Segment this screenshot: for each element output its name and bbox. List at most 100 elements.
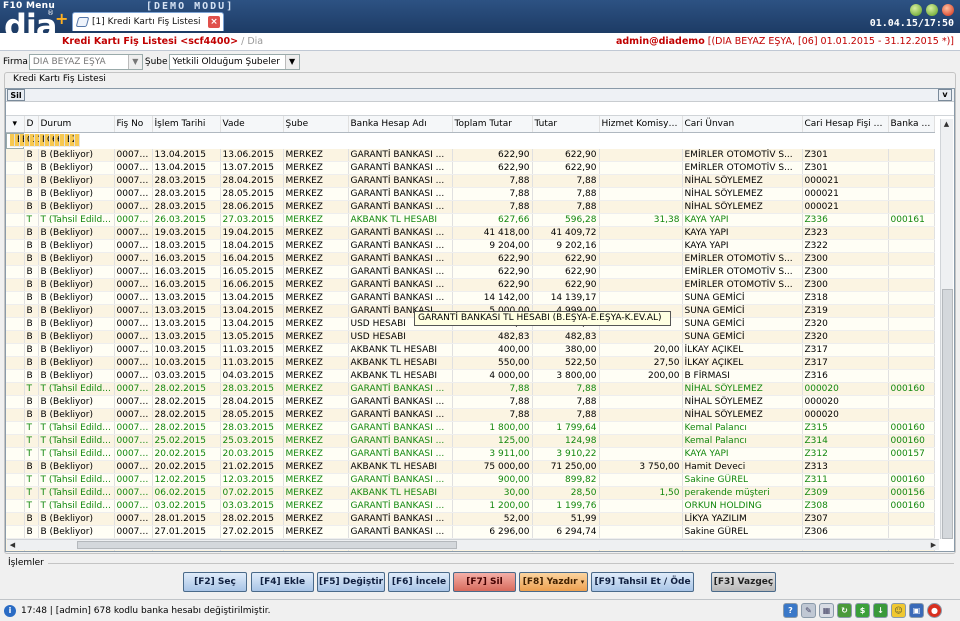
column-header[interactable]: Durum: [38, 116, 115, 133]
column-header[interactable]: Şube: [283, 116, 349, 133]
collect-pay-button[interactable]: [F9] Tahsil Et / Öde: [591, 572, 694, 592]
add-button[interactable]: [F4] Ekle: [251, 572, 314, 592]
table-row[interactable]: BB (Bekliyor)00075613.04.201513.05.2015M…: [6, 132, 80, 149]
table-cell: B: [24, 291, 39, 305]
table-row[interactable]: BB (Bekliyor) 000779 10.03.2015 11.03.2015 M…: [6, 356, 935, 370]
column-header[interactable]: Hizmet Komisyon: [599, 116, 683, 133]
close-tab-icon[interactable]: ×: [208, 16, 220, 28]
table-row[interactable]: BB (Bekliyor) 000734 28.02.2015 28.04.2015 M…: [6, 395, 935, 409]
column-header[interactable]: İşlem Tarihi: [152, 116, 221, 133]
table-row[interactable]: TT (Tahsil Edild... 000772 12.02.2015 12.03…: [6, 473, 935, 487]
minimize-icon[interactable]: [910, 4, 922, 16]
table-cell: Z314: [802, 434, 889, 448]
column-header[interactable]: Banka Hesap Adı: [348, 116, 453, 133]
table-row[interactable]: BB (Bekliyor) 000777 03.03.2015 04.03.2015 M…: [6, 369, 935, 383]
scroll-right-icon[interactable]: ▶: [928, 540, 939, 550]
table-row[interactable]: BB (Bekliyor) 000780 13.03.2015 13.04.2015 M…: [6, 291, 935, 305]
column-header[interactable]: Tutar: [532, 116, 600, 133]
inspect-button[interactable]: [F6] İncele: [388, 572, 450, 592]
table-cell: [888, 330, 935, 344]
table-row[interactable]: BB (Bekliyor) 000784 18.03.2015 18.04.2015 M…: [6, 239, 935, 253]
table-cell: GARANTİ BANKASI ...: [348, 382, 453, 396]
plus-icon[interactable]: +: [55, 9, 68, 28]
table-cell: İLKAY AÇIKEL: [682, 356, 803, 370]
table-cell: 28.02.2015: [152, 395, 221, 409]
table-cell: B: [24, 239, 39, 253]
filter-bar: Firma DIA BEYAZ EŞYA ▼ Şube Yetkili Olduğ…: [0, 52, 960, 72]
vertical-scrollbar[interactable]: ▲: [940, 119, 953, 539]
currency-icon[interactable]: $: [855, 603, 870, 618]
column-header[interactable]: Vade: [220, 116, 284, 133]
table-row[interactable]: TT (Tahsil Edild... 000771 06.02.2015 07.02…: [6, 486, 935, 500]
tools-icon[interactable]: ✎: [801, 603, 816, 618]
horizontal-scrollbar[interactable]: ◀ ▶: [7, 539, 939, 550]
select-button[interactable]: [F2] Seç: [183, 572, 247, 592]
table-cell: 03.03.2015: [220, 499, 284, 513]
table-row[interactable]: BB (Bekliyor) 000735 28.02.2015 28.05.2015 M…: [6, 408, 935, 422]
table-row[interactable]: TT (Tahsil Edild... 000776 28.02.2015 28.03…: [6, 421, 935, 435]
lock-icon[interactable]: ▣: [909, 603, 924, 618]
delete-button[interactable]: [F7] Sil: [453, 572, 516, 592]
column-header[interactable]: Fiş No: [114, 116, 153, 133]
table-cell: 13.04.2015: [220, 317, 284, 331]
table-cell: AKBANK TL HESABI: [348, 460, 453, 474]
table-cell: [888, 239, 935, 253]
delete-filter-button[interactable]: Sil: [7, 89, 25, 101]
column-header[interactable]: Cari Ünvan: [682, 116, 803, 133]
table-cell: 10.03.2015: [152, 343, 221, 357]
table-cell: GARANTİ BANKASI ...: [348, 200, 453, 214]
table-row[interactable]: BB (Bekliyor) 000774 20.02.2015 21.02.2015 M…: [6, 460, 935, 474]
scroll-thumb[interactable]: [942, 289, 953, 539]
download-icon[interactable]: ↓: [873, 603, 888, 618]
table-row[interactable]: BB (Bekliyor) 000778 10.03.2015 11.03.2015 M…: [6, 343, 935, 357]
smiley-icon[interactable]: ☺: [891, 603, 906, 618]
table-row[interactable]: BB (Bekliyor) 000768 27.01.2015 27.02.2015 M…: [6, 525, 935, 539]
table-row[interactable]: BB (Bekliyor) 000737 28.03.2015 28.05.2015 M…: [6, 187, 935, 201]
column-header[interactable]: D: [24, 116, 39, 133]
scroll-thumb[interactable]: [77, 541, 457, 549]
edit-button[interactable]: [F5] Değiştir: [317, 572, 385, 592]
table-row[interactable]: BB (Bekliyor) 000755 16.03.2015 16.06.2015 M…: [6, 278, 935, 292]
table-row[interactable]: BB (Bekliyor) 000738 28.03.2015 28.06.2015 M…: [6, 200, 935, 214]
table-row[interactable]: BB (Bekliyor) 000753 16.03.2015 16.04.2015 M…: [6, 252, 935, 266]
column-header[interactable]: Banka Fiş: [888, 116, 935, 133]
calculator-icon[interactable]: ▦: [819, 603, 834, 618]
sube-select[interactable]: Yetkili Olduğum Şubeler ▼: [168, 54, 300, 70]
table-cell: B (Bekliyor): [38, 525, 115, 539]
table-row[interactable]: BB (Bekliyor) 000783 13.03.2015 13.05.2015 M…: [6, 330, 935, 344]
table-cell: [888, 525, 935, 539]
refresh-icon[interactable]: ↻: [837, 603, 852, 618]
table-row[interactable]: TT (Tahsil Edild... 000775 25.02.2015 25.03…: [6, 434, 935, 448]
scroll-up-icon[interactable]: ▲: [941, 119, 952, 129]
firma-select[interactable]: DIA BEYAZ EŞYA ▼: [28, 54, 143, 70]
exit-icon[interactable]: ●: [927, 603, 942, 618]
table-cell: 20,00: [599, 343, 683, 357]
table-row[interactable]: BB (Bekliyor) 000785 19.03.2015 19.04.2015 M…: [6, 226, 935, 240]
close-icon[interactable]: [942, 4, 954, 16]
table-row[interactable]: BB (Bekliyor) 000754 16.03.2015 16.05.2015 M…: [6, 265, 935, 279]
maximize-icon[interactable]: [926, 4, 938, 16]
table-cell: [599, 330, 683, 344]
help-icon[interactable]: ?: [783, 603, 798, 618]
print-button[interactable]: [F8] Yazdır ▾: [519, 572, 588, 592]
tab-kredi-karti-fis-listesi[interactable]: [1] Kredi Kartı Fiş Listesi ×: [72, 12, 224, 31]
cancel-button[interactable]: [F3] Vazgeç: [711, 572, 776, 592]
column-header[interactable]: Toplam Tutar: [452, 116, 533, 133]
table-row[interactable]: BB (Bekliyor) 000769 28.01.2015 28.02.2015 M…: [6, 512, 935, 526]
table-cell: Z316: [802, 369, 889, 383]
row-selector-header[interactable]: ▾: [6, 116, 25, 133]
column-chooser-button[interactable]: v: [938, 89, 952, 101]
table-cell: MERKEZ: [283, 434, 349, 448]
row-indicator: [6, 200, 25, 214]
table-row[interactable]: TT (Tahsil Edild... 000770 03.02.2015 03.03…: [6, 499, 935, 513]
table-row[interactable]: BB (Bekliyor) 000758 13.04.2015 13.07.2015 M…: [6, 161, 935, 175]
scroll-left-icon[interactable]: ◀: [7, 540, 18, 550]
table-row[interactable]: TT (Tahsil Edild... 000773 20.02.2015 20.03…: [6, 447, 935, 461]
table-row[interactable]: TT (Tahsil Edild... 000733 28.02.2015 28.03…: [6, 382, 935, 396]
filter-row[interactable]: [6, 102, 954, 116]
table-row[interactable]: BB (Bekliyor) 000736 28.03.2015 28.04.2015 M…: [6, 174, 935, 188]
table-cell: 51,99: [532, 512, 600, 526]
table-row[interactable]: TT (Tahsil Edild... 000786 26.03.2015 27.03…: [6, 213, 935, 227]
table-row[interactable]: BB (Bekliyor) 000757 13.04.2015 13.06.2015 M…: [6, 148, 935, 162]
column-header[interactable]: Cari Hesap Fişi No: [802, 116, 889, 133]
